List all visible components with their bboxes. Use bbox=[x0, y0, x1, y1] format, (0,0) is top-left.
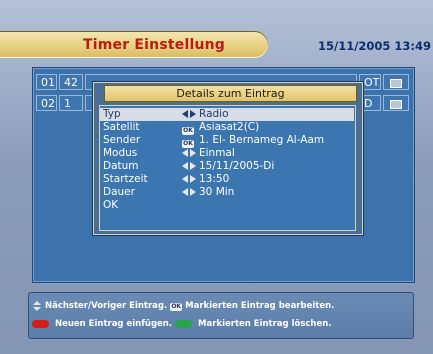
tv-screen: Timer Einstellung 15/11/2005 13:49 01 42… bbox=[0, 0, 433, 354]
detail-row-date[interactable]: Datum 15/11/2005-Di bbox=[100, 160, 354, 173]
ok-button[interactable]: OK bbox=[103, 199, 118, 212]
left-right-arrows-icon[interactable] bbox=[182, 110, 196, 119]
page-title: Timer Einstellung bbox=[83, 37, 226, 53]
green-key-icon bbox=[175, 319, 193, 328]
timer-channel: 42 bbox=[59, 74, 83, 90]
red-key-icon bbox=[32, 319, 49, 328]
help-line-navigation: Nächster/Voriger Eintrag. OK Markierten … bbox=[32, 300, 334, 313]
help-text: Markierten Eintrag bearbeiten. bbox=[185, 301, 335, 311]
detail-value: 1. El- Bernameg Al-Aam bbox=[199, 134, 325, 146]
timer-status-icon bbox=[383, 74, 409, 90]
detail-label: Sender bbox=[103, 134, 141, 146]
detail-label: Modus bbox=[103, 147, 138, 159]
timer-status-icon bbox=[383, 95, 409, 111]
left-right-arrows-icon[interactable] bbox=[182, 149, 196, 158]
detail-value: 15/11/2005-Di bbox=[199, 160, 275, 172]
detail-value: Asiasat2(C) bbox=[199, 121, 260, 133]
detail-row-satellite[interactable]: Satellit OK Asiasat2(C) bbox=[100, 121, 354, 135]
ok-badge-icon[interactable]: OK bbox=[182, 136, 196, 148]
left-right-arrows-icon[interactable] bbox=[182, 188, 196, 197]
detail-row-type[interactable]: Typ Radio bbox=[100, 108, 354, 121]
timer-index: 01 bbox=[36, 74, 57, 90]
help-text: Nächster/Voriger Eintrag. bbox=[44, 301, 168, 311]
timer-index: 02 bbox=[36, 95, 57, 111]
detail-value: Radio bbox=[199, 108, 229, 120]
detail-label: Datum bbox=[103, 160, 139, 172]
detail-row-duration[interactable]: Dauer 30 Min bbox=[100, 186, 354, 199]
detail-row-start-time[interactable]: Startzeit 13:50 bbox=[100, 173, 354, 186]
detail-value: 30 Min bbox=[199, 186, 235, 198]
left-right-arrows-icon[interactable] bbox=[182, 162, 196, 171]
dialog-title: Details zum Eintrag bbox=[104, 85, 357, 102]
up-down-arrows-icon bbox=[32, 300, 42, 311]
detail-value: Einmal bbox=[199, 147, 235, 159]
help-line-color-keys: Neuen Eintrag einfügen. Markierten Eintr… bbox=[32, 318, 332, 331]
detail-row-mode[interactable]: Modus Einmal bbox=[100, 147, 354, 160]
detail-label: Typ bbox=[103, 108, 121, 120]
date-time: 15/11/2005 13:49 bbox=[318, 39, 432, 53]
help-text: Neuen Eintrag einfügen. bbox=[54, 319, 173, 329]
detail-label: Startzeit bbox=[103, 173, 148, 185]
ok-badge-icon: OK bbox=[170, 303, 183, 311]
detail-row-ok[interactable]: OK bbox=[100, 199, 354, 212]
detail-label: Dauer bbox=[103, 186, 135, 198]
detail-row-channel[interactable]: Sender OK 1. El- Bernameg Al-Aam bbox=[100, 134, 354, 148]
timer-channel: 1 bbox=[59, 95, 83, 111]
ok-badge-icon[interactable]: OK bbox=[182, 123, 196, 135]
help-text: Markierten Eintrag löschen. bbox=[198, 319, 332, 329]
detail-label: Satellit bbox=[103, 121, 140, 133]
left-right-arrows-icon[interactable] bbox=[182, 175, 196, 184]
detail-value: 13:50 bbox=[199, 173, 230, 185]
